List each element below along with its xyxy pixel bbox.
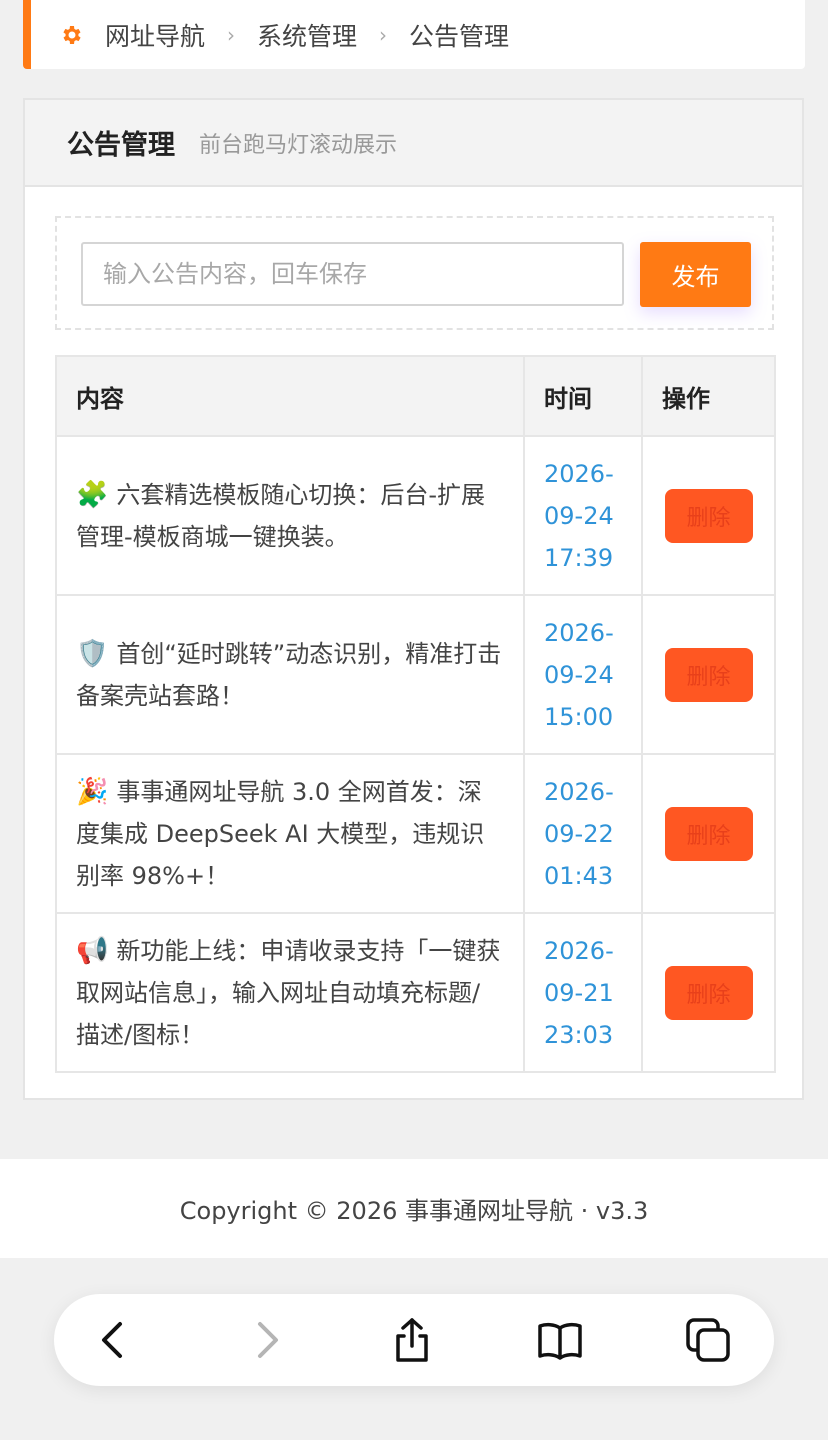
table-row: 📢 新功能上线：申请收录支持「一键获取网站信息」，输入网址自动填充标题/描述/图标… [55,912,776,1073]
table-header-row: 内容 时间 操作 [55,355,776,437]
table-row: 🛡️ 首创“延时跳转”动态识别，精准打击备案壳站套路！ 2026-09-24 15… [55,594,776,755]
delete-button[interactable]: 删除 [664,488,753,543]
notice-action-cell: 删除 [641,594,776,755]
notice-text: 新功能上线：申请收录支持「一键获取网站信息」，输入网址自动填充标题/描述/图标！ [76,936,501,1049]
notice-text: 首创“延时跳转”动态识别，精准打击备案壳站套路！ [76,639,502,710]
notice-content: 🧩 六套精选模板随心切换：后台-扩展管理-模板商城一键换装。 [55,435,525,596]
notice-action-cell: 删除 [641,753,776,914]
notice-table: 内容 时间 操作 🧩 六套精选模板随心切换：后台-扩展管理-模板商城一键换装。 2… [55,355,776,1073]
tabs-icon[interactable] [684,1316,732,1364]
panel-title: 公告管理 [67,130,175,161]
notice-content: 🛡️ 首创“延时跳转”动态识别，精准打击备案壳站套路！ [55,594,525,755]
notice-content: 📢 新功能上线：申请收录支持「一键获取网站信息」，输入网址自动填充标题/描述/图标… [55,912,525,1073]
forward-icon[interactable] [242,1316,290,1364]
table-row: 🧩 六套精选模板随心切换：后台-扩展管理-模板商城一键换装。 2026-09-24… [55,435,776,596]
table-row: 🎉 事事通网址导航 3.0 全网首发：深度集成 DeepSeek AI 大模型，违… [55,753,776,914]
notice-time: 2026-09-22 01:43 [523,753,643,914]
gear-icon [63,25,81,44]
column-header-action: 操作 [641,355,776,437]
delete-button[interactable]: 删除 [664,806,753,861]
breadcrumb-item-nav[interactable]: 网址导航 [105,17,205,53]
puzzle-icon: 🧩 [76,479,109,510]
delete-button[interactable]: 删除 [664,647,753,702]
back-icon[interactable] [90,1316,138,1364]
browser-toolbar [54,1294,774,1386]
breadcrumb-separator: › [379,22,388,47]
publish-button[interactable]: 发布 [640,242,751,307]
notice-time: 2026-09-21 23:03 [523,912,643,1073]
column-header-time: 时间 [523,355,643,437]
notice-action-cell: 删除 [641,912,776,1073]
notice-text: 六套精选模板随心切换：后台-扩展管理-模板商城一键换装。 [76,480,486,551]
breadcrumb-separator: › [227,22,236,47]
footer: Copyright © 2026 事事通网址导航 · v3.3 [0,1159,828,1258]
breadcrumb-item-current: 公告管理 [409,21,510,51]
panel-header: 公告管理 前台跑马灯滚动展示 [25,100,802,187]
breadcrumb-item-system[interactable]: 系统管理 [257,17,357,53]
shield-icon: 🛡️ [76,638,109,669]
bookmarks-icon[interactable] [536,1316,584,1364]
party-popper-icon: 🎉 [76,776,109,807]
delete-button[interactable]: 删除 [664,965,753,1020]
megaphone-icon: 📢 [76,935,109,966]
panel-subtitle: 前台跑马灯滚动展示 [199,132,398,158]
breadcrumb: 网址导航 › 系统管理 › 公告管理 [23,0,805,69]
notice-panel: 公告管理 前台跑马灯滚动展示 发布 内容 时间 操作 🧩六套精选模板随心切换：后… [23,98,804,1100]
share-icon[interactable] [388,1316,436,1364]
notice-content: 🎉 事事通网址导航 3.0 全网首发：深度集成 DeepSeek AI 大模型，违… [55,753,525,914]
column-header-content: 内容 [55,355,525,437]
notice-action-cell: 删除 [641,435,776,596]
notice-input[interactable] [81,242,624,306]
notice-form: 发布 [55,216,774,330]
notice-text: 事事通网址导航 3.0 全网首发：深度集成 DeepSeek AI 大模型，违规… [76,777,485,890]
copyright-text: Copyright © 2026 事事通网址导航 · v3.3 [179,1197,649,1225]
notice-time: 2026-09-24 17:39 [523,435,643,596]
notice-time: 2026-09-24 15:00 [523,594,643,755]
